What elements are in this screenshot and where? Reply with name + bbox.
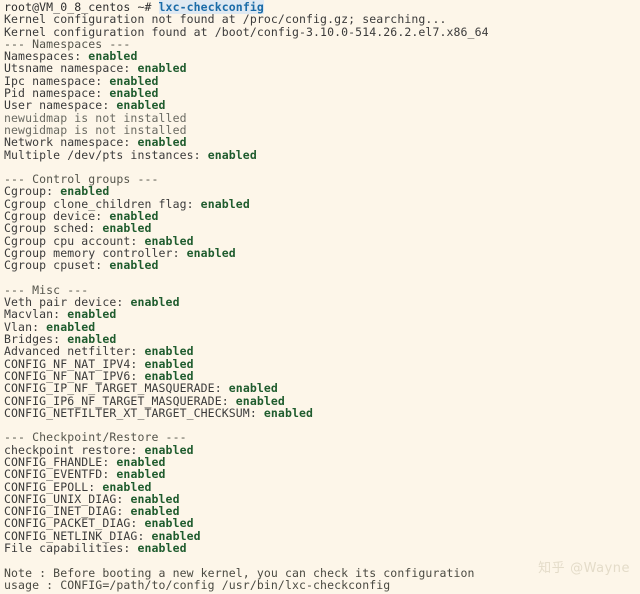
check-label: CONFIG_NETFILTER_XT_TARGET_CHECKSUM: bbox=[4, 405, 264, 420]
check-label: Cgroup cpuset: bbox=[4, 258, 110, 273]
terminal-window[interactable]: root@VM_0_8_centos ~# lxc-checkconfig Ker… bbox=[0, 0, 640, 594]
check-result-line: CONFIG_NETFILTER_XT_TARGET_CHECKSUM: ena… bbox=[4, 407, 640, 419]
check-result-line: Multiple /dev/pts instances: enabled bbox=[4, 147, 640, 162]
note-line: usage : CONFIG=/path/to/config /usr/bin/… bbox=[4, 579, 640, 591]
check-status: enabled bbox=[109, 258, 159, 273]
check-status: enabled bbox=[186, 245, 236, 260]
note-text: usage : CONFIG=/path/to/config /usr/bin/… bbox=[4, 577, 391, 592]
check-status: enabled bbox=[137, 541, 187, 556]
watermark: 知乎 @Wayne bbox=[538, 557, 630, 576]
check-label: Multiple /dev/pts instances: bbox=[4, 147, 208, 162]
check-result-line: File capabilities: enabled bbox=[4, 542, 640, 554]
terminal-output: root@VM_0_8_centos ~# lxc-checkconfig Ker… bbox=[4, 0, 640, 594]
check-status: enabled bbox=[207, 147, 257, 162]
check-result-line: Cgroup cpuset: enabled bbox=[4, 259, 640, 271]
check-status: enabled bbox=[263, 405, 314, 420]
watermark-logo: 知乎 bbox=[538, 561, 566, 576]
watermark-handle: @Wayne bbox=[570, 561, 630, 576]
check-status: enabled bbox=[200, 196, 250, 211]
check-status: enabled bbox=[130, 295, 180, 310]
check-label: File capabilities: bbox=[4, 541, 138, 556]
check-result-line: Macvlan: enabled bbox=[4, 308, 640, 320]
